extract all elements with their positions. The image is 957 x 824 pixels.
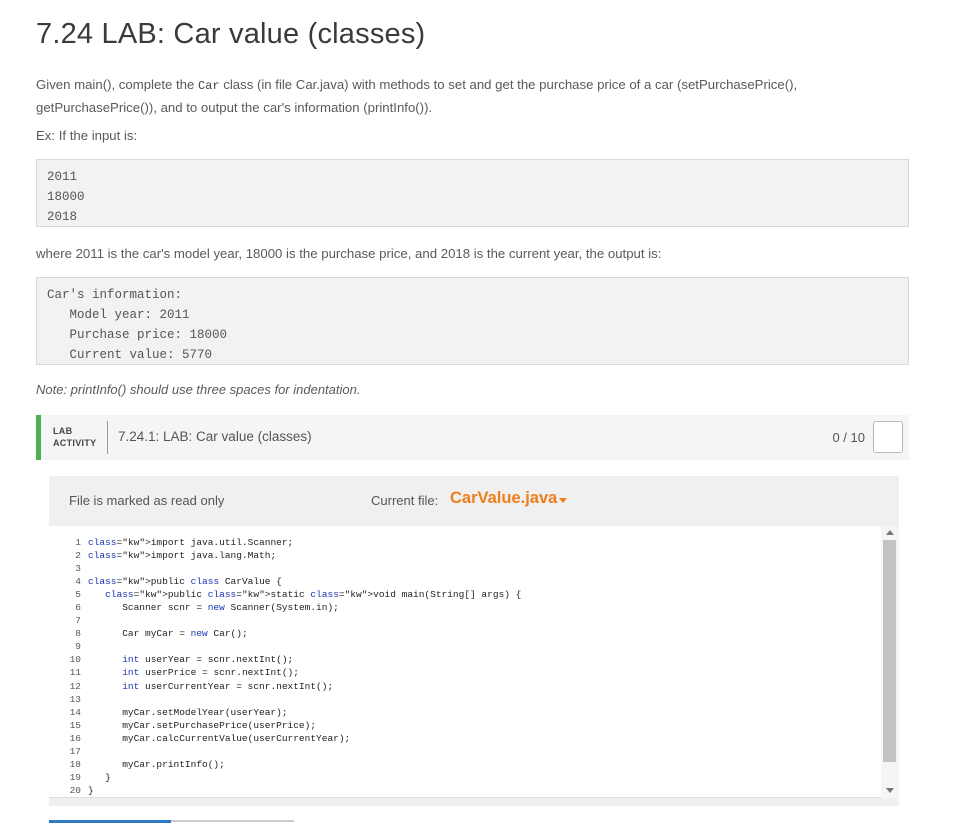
code-line[interactable]: int userYear = scnr.nextInt();	[88, 653, 521, 666]
current-file-dropdown[interactable]: CarValue.java	[450, 489, 557, 508]
readonly-notice: File is marked as read only	[69, 493, 225, 508]
code-line[interactable]: myCar.setPurchasePrice(userPrice);	[88, 719, 521, 732]
line-number: 16	[69, 732, 81, 744]
code-line[interactable]: class="kw">public class CarValue {	[88, 575, 521, 588]
code-line[interactable]: Scanner scnr = new Scanner(System.in);	[88, 601, 521, 614]
code-line[interactable]: }	[88, 784, 521, 797]
line-number: 9	[75, 641, 81, 653]
lab-activity-title: 7.24.1: LAB: Car value (classes)	[118, 429, 312, 444]
line-number: 8	[75, 628, 81, 640]
caret-down-icon[interactable]	[559, 498, 567, 503]
line-number: 20	[69, 784, 81, 796]
code-line[interactable]	[88, 745, 521, 758]
lab-tag-line2: ACTIVITY	[53, 438, 97, 448]
lab-tag-line1: LAB	[53, 426, 73, 436]
code-content[interactable]: class="kw">import java.util.Scanner; clas…	[88, 536, 521, 797]
line-number: 1	[75, 537, 81, 548]
intro-code-car: Car	[197, 79, 220, 93]
scroll-up-icon[interactable]	[886, 530, 894, 535]
code-line[interactable]: class="kw">public class="kw">static clas…	[88, 588, 521, 601]
intro-text-2: class (in file Car.java) with methods to…	[219, 77, 798, 92]
code-line[interactable]: Car myCar = new Car();	[88, 627, 521, 640]
line-number: 12	[69, 680, 81, 692]
intro-paragraph: Given main(), complete the Car class (in…	[36, 74, 797, 118]
line-number: 17	[69, 745, 81, 757]
line-number: 15	[69, 719, 81, 731]
indentation-note: Note: printInfo() should use three space…	[36, 382, 361, 397]
checkbox-icon	[873, 421, 903, 453]
line-number: 19	[69, 771, 81, 783]
bottom-tab-active[interactable]	[49, 820, 171, 823]
code-line[interactable]	[88, 640, 521, 653]
line-number: 11	[69, 667, 81, 679]
line-number-gutter: 1 2 3 4 5 6 7 8 9 10 11 12 13 14 15 16 17 18 19 20	[49, 536, 81, 797]
bottom-tab-strip	[49, 820, 294, 824]
code-line[interactable]: }	[88, 771, 521, 784]
code-line[interactable]	[88, 614, 521, 627]
code-line[interactable]: myCar.printInfo();	[88, 758, 521, 771]
output-example-block: Car's information: Model year: 2011 Purc…	[36, 277, 909, 365]
editor-scrollbar[interactable]	[881, 526, 899, 798]
line-number: 7	[75, 615, 81, 627]
code-line[interactable]: class="kw">import java.util.Scanner;	[88, 536, 521, 549]
line-number: 6	[75, 602, 81, 614]
lab-header-divider	[107, 421, 108, 454]
scroll-down-icon[interactable]	[886, 788, 894, 793]
intro-text-1: Given main(), complete the	[36, 77, 198, 92]
lab-score: 0 / 10	[832, 430, 865, 445]
code-editor[interactable]: 1 2 3 4 5 6 7 8 9 10 11 12 13 14 15 16 17 18 19 20 class="k…	[49, 526, 899, 798]
line-number: 14	[69, 706, 81, 718]
code-line[interactable]	[88, 693, 521, 706]
line-number: 3	[75, 563, 81, 575]
code-line[interactable]: myCar.setModelYear(userYear);	[88, 706, 521, 719]
code-line[interactable]: myCar.calcCurrentValue(userCurrentYear);	[88, 732, 521, 745]
line-number: 2	[75, 550, 81, 562]
lab-activity-header: LAB ACTIVITY 7.24.1: LAB: Car value (cla…	[36, 415, 909, 460]
explanation-text: where 2011 is the car's model year, 1800…	[36, 246, 662, 261]
scroll-thumb[interactable]	[883, 540, 896, 762]
line-number: 13	[69, 693, 81, 705]
code-line[interactable]: class="kw">import java.lang.Math;	[88, 549, 521, 562]
intro-text-3: getPurchasePrice()), and to output the c…	[36, 100, 433, 115]
line-number: 4	[75, 576, 81, 588]
line-number: 18	[69, 758, 81, 770]
code-line[interactable]: int userPrice = scnr.nextInt();	[88, 666, 521, 679]
input-example-block: 2011 18000 2018	[36, 159, 909, 227]
code-line[interactable]	[88, 562, 521, 575]
code-editor-panel: File is marked as read only Current file…	[49, 476, 899, 806]
page-title: 7.24 LAB: Car value (classes)	[36, 18, 426, 50]
current-file-label: Current file:	[371, 493, 439, 508]
code-line[interactable]: int userCurrentYear = scnr.nextInt();	[88, 680, 521, 693]
example-label: Ex: If the input is:	[36, 128, 138, 143]
line-number: 5	[75, 589, 81, 601]
lab-activity-tag: LAB ACTIVITY	[53, 425, 96, 449]
line-number: 10	[69, 654, 81, 666]
